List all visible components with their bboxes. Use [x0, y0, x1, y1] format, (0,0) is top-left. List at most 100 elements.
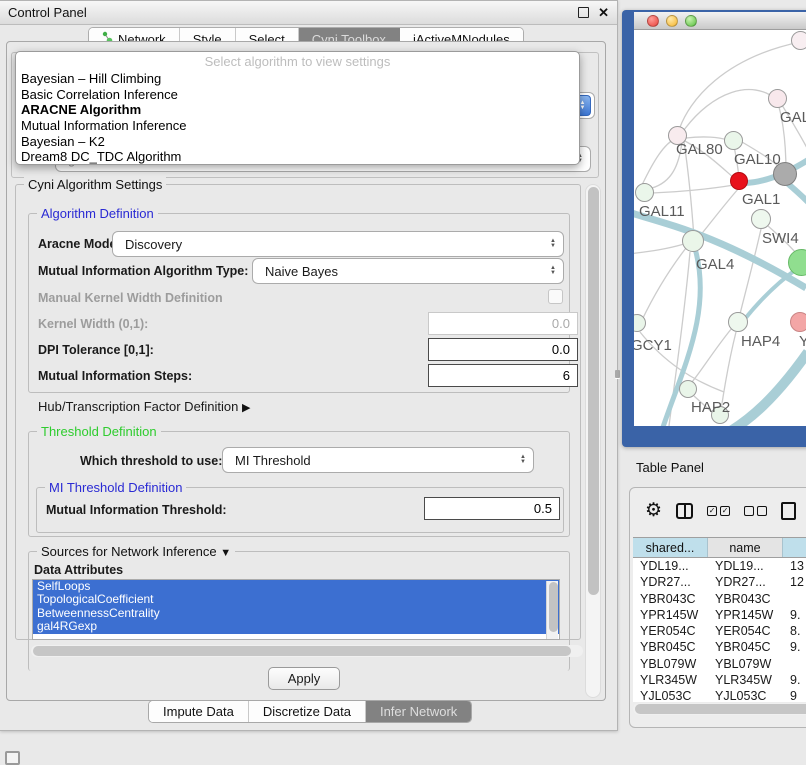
list-item[interactable]: gal4RGexp	[33, 620, 559, 633]
network-canvas[interactable]: GAL GAL80 GAL10 GAL1 GAL11 SWI4 GAL4 GCY…	[634, 30, 806, 426]
mi-algorithm-type-label: Mutual Information Algorithm Type:	[38, 264, 248, 278]
column-header-name[interactable]: name	[708, 538, 783, 557]
settings-vertical-scrollbar[interactable]	[585, 184, 601, 698]
mi-steps-field[interactable]	[428, 364, 578, 387]
settings-group-title: Cyni Algorithm Settings	[24, 177, 166, 192]
node-gal4[interactable]	[682, 230, 704, 252]
deselect-all-checkboxes-icon[interactable]	[744, 506, 767, 516]
node-label: GAL	[780, 109, 806, 126]
tab-discretize-data[interactable]: Discretize Data	[249, 701, 366, 722]
table-row[interactable]: YBR043CYBR043C	[633, 591, 806, 607]
node-partial-top[interactable]	[791, 31, 806, 50]
settings-horizontal-scrollbar[interactable]	[31, 645, 583, 657]
mi-algorithm-type-combobox[interactable]: Naive Bayes ▲▼	[252, 258, 564, 284]
columns-icon[interactable]	[676, 503, 693, 519]
node-label: SWI4	[762, 230, 799, 247]
algorithm-option[interactable]: Mutual Information Inference	[16, 118, 579, 134]
algorithm-option-selected[interactable]: ARACNE Algorithm	[16, 102, 579, 118]
mi-steps-label: Mutual Information Steps:	[38, 369, 192, 383]
tab-infer-network[interactable]: Infer Network	[366, 701, 471, 722]
algorithm-option[interactable]: Bayesian – Hill Climbing	[16, 71, 579, 87]
dpi-tolerance-field[interactable]	[428, 338, 578, 361]
list-scrollbar[interactable]	[546, 581, 558, 640]
manual-kernel-width-checkbox[interactable]	[548, 289, 563, 304]
algorithm-option[interactable]: Basic Correlation Inference	[16, 87, 579, 103]
cyni-algorithm-settings-group: Cyni Algorithm Settings Algorithm Defini…	[15, 184, 581, 640]
combo-arrows-icon: ▲▼	[520, 455, 526, 465]
node-gal1-red[interactable]	[730, 172, 748, 190]
node-label: GAL11	[639, 203, 685, 220]
list-item[interactable]: BetweennessCentrality	[33, 607, 559, 620]
which-threshold-combobox[interactable]: MI Threshold ▲▼	[222, 447, 534, 473]
node-swi4[interactable]	[751, 209, 771, 229]
table-row[interactable]: YDR27...YDR27...12	[633, 574, 806, 590]
algorithm-option[interactable]: Bayesian – K2	[16, 134, 579, 150]
node-label: GCY1	[634, 337, 672, 354]
close-traffic-light-icon[interactable]	[647, 15, 659, 27]
apply-button[interactable]: Apply	[268, 667, 340, 690]
table-row[interactable]: YJL053CYJL053C9	[633, 688, 806, 702]
list-item[interactable]: SelfLoops	[33, 580, 559, 593]
dpi-tolerance-label: DPI Tolerance [0,1]:	[38, 343, 154, 357]
mi-threshold-field[interactable]	[424, 497, 560, 520]
table-panel: ⚙ ✓✓ shared... name A YDL19...YDL19...13…	[629, 487, 806, 728]
mi-threshold-group-title: MI Threshold Definition	[45, 480, 186, 495]
node-hap4[interactable]	[728, 312, 748, 332]
panel-splitter-handle[interactable]	[615, 370, 620, 378]
table-row[interactable]: YLR345WYLR345W9.	[633, 672, 806, 688]
node-label: HAP2	[691, 399, 730, 416]
algorithm-definition-title: Algorithm Definition	[37, 206, 158, 221]
table-panel-toolbar: ⚙ ✓✓	[630, 496, 806, 526]
table-row[interactable]: YDL19...YDL19...13	[633, 558, 806, 574]
float-window-icon[interactable]	[578, 7, 589, 18]
kernel-width-field[interactable]	[428, 312, 578, 335]
node-label: GAL80	[676, 141, 723, 158]
zoom-traffic-light-icon[interactable]	[685, 15, 697, 27]
table-row[interactable]: YPR145WYPR145W9.	[633, 607, 806, 623]
aracne-mode-combobox[interactable]: Discovery ▲▼	[112, 231, 564, 257]
threshold-definition-title: Threshold Definition	[37, 424, 161, 439]
control-panel-titlebar: Control Panel ✕	[0, 1, 617, 25]
dock-panel-icon[interactable]	[5, 751, 20, 765]
combo-arrows-icon: ▲▼	[550, 266, 556, 276]
node-label: GAL1	[742, 191, 780, 208]
algorithm-option[interactable]: Dream8 DC_TDC Algorithm	[16, 149, 579, 165]
node-gal10[interactable]	[724, 131, 743, 150]
mi-threshold-label: Mutual Information Threshold:	[46, 503, 227, 517]
node-label: GAL10	[734, 151, 781, 168]
minimize-traffic-light-icon[interactable]	[666, 15, 678, 27]
table-header-row: shared... name A	[633, 537, 806, 558]
window-title: Control Panel	[8, 5, 87, 20]
gear-icon[interactable]: ⚙	[645, 501, 662, 521]
dropdown-placeholder: Select algorithm to view settings	[16, 54, 579, 71]
manual-kernel-width-label: Manual Kernel Width Definition	[38, 291, 223, 305]
column-header-partial[interactable]: A	[783, 538, 806, 557]
combo-arrows-icon: ▲▼	[550, 239, 556, 249]
network-view-titlebar	[634, 12, 806, 30]
column-header-shared-name[interactable]: shared...	[633, 538, 708, 557]
control-panel-window: Control Panel ✕ Network Style Select Cyn…	[0, 0, 618, 731]
hub-definition-expander[interactable]: Hub/Transcription Factor Definition ▶	[38, 399, 250, 414]
aracne-mode-label: Aracne Mode:	[38, 237, 121, 251]
list-item[interactable]: TopologicalCoefficient	[33, 593, 559, 606]
node-table: shared... name A YDL19...YDL19...13 YDR2…	[633, 537, 806, 702]
algorithm-dropdown-popup: Select algorithm to view settings Bayesi…	[15, 51, 580, 165]
tab-impute-data[interactable]: Impute Data	[149, 701, 249, 722]
cyni-toolbox-panel: ▲▼ gal filtered sif default node ▲▼ Sele…	[6, 41, 606, 701]
node-salmon[interactable]	[790, 312, 806, 332]
node-gal11[interactable]	[635, 183, 654, 202]
node-gal-pink[interactable]	[768, 89, 787, 108]
table-horizontal-scrollbar[interactable]	[633, 703, 806, 715]
data-attributes-list: SelfLoops TopologicalCoefficient Between…	[32, 579, 560, 640]
sources-group-title[interactable]: Sources for Network Inference ▼	[37, 544, 235, 559]
table-row[interactable]: YER054CYER054C8.	[633, 623, 806, 639]
expander-right-icon: ▶	[242, 402, 250, 414]
table-row[interactable]: YBL079WYBL079W	[633, 656, 806, 672]
table-row[interactable]: YBR045CYBR045C9.	[633, 639, 806, 655]
document-icon[interactable]	[781, 502, 796, 520]
node-hap2[interactable]	[679, 380, 697, 398]
which-threshold-label: Which threshold to use:	[80, 454, 222, 468]
table-body: YDL19...YDL19...13 YDR27...YDR27...12 YB…	[633, 558, 806, 702]
select-all-checkboxes-icon[interactable]: ✓✓	[707, 506, 730, 516]
close-icon[interactable]: ✕	[598, 7, 609, 18]
